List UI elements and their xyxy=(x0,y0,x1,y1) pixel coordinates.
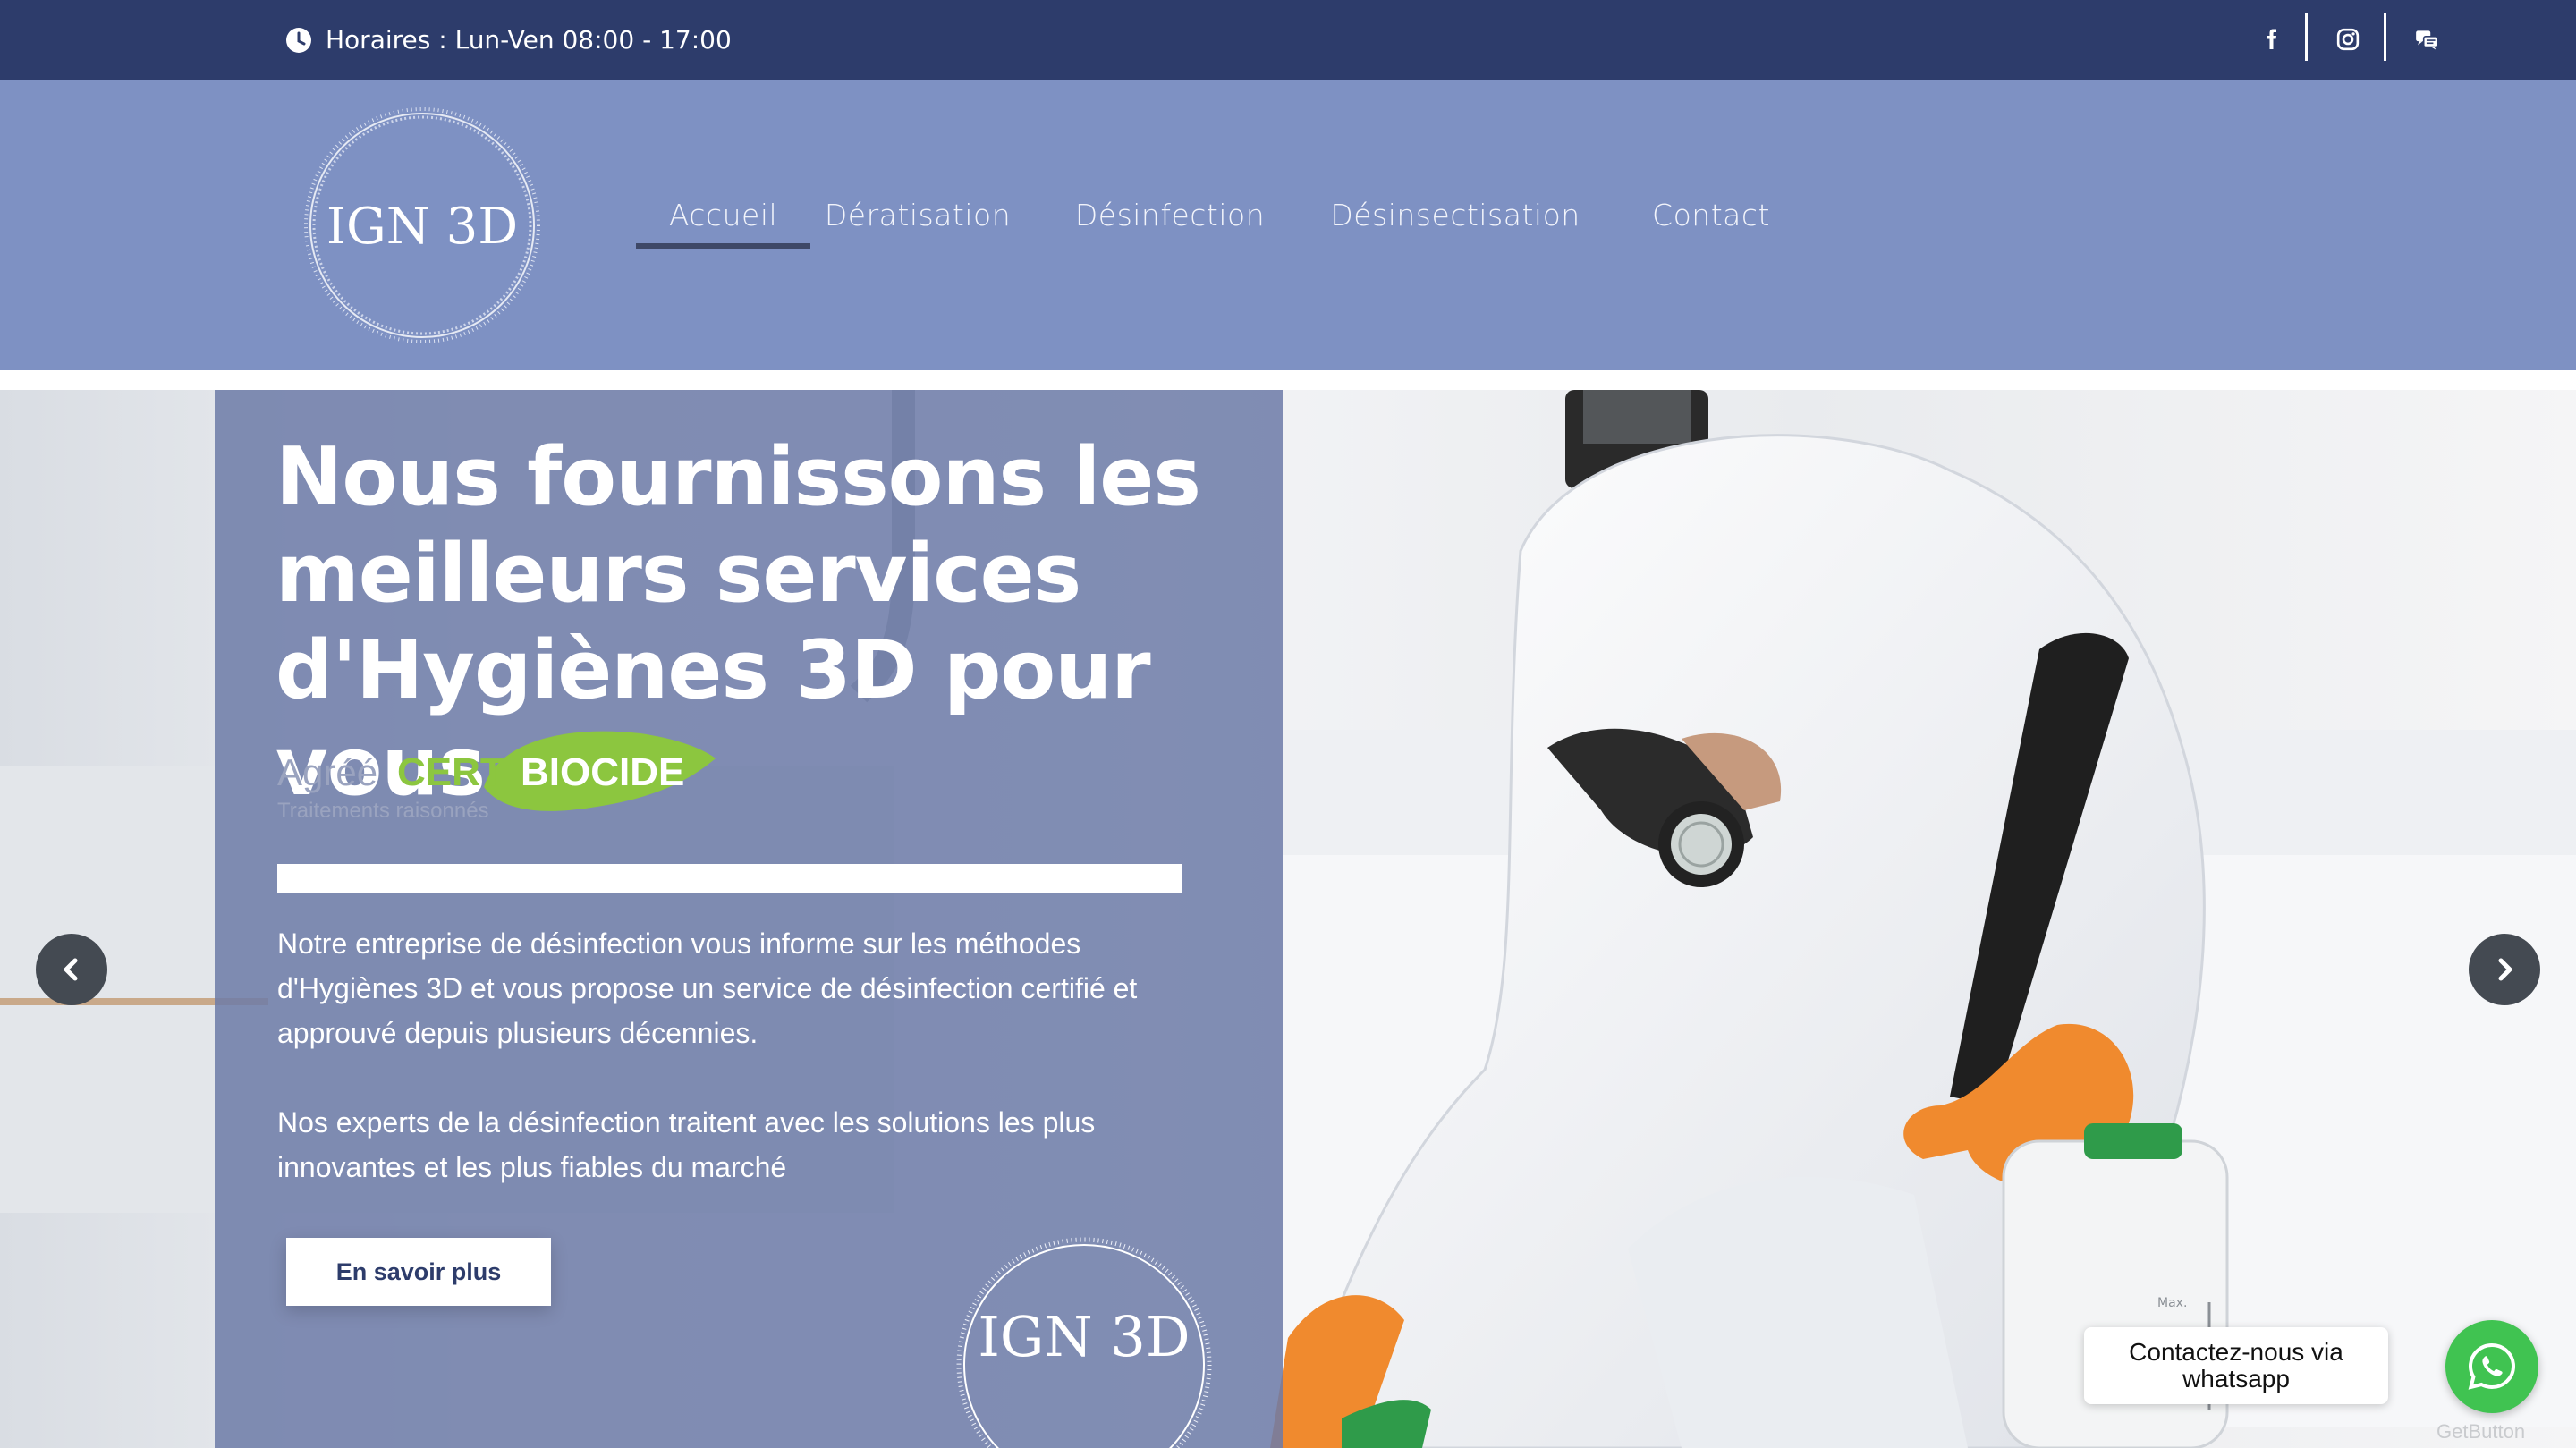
whatsapp-callout-line: whatsapp xyxy=(2182,1365,2290,1393)
clock-icon xyxy=(286,27,311,53)
nav-item-contact[interactable]: Contact xyxy=(1644,161,1778,268)
hero-paragraph-1: Notre entreprise de désinfection vous in… xyxy=(277,927,1138,1049)
nav-item-desinfection[interactable]: Désinfection xyxy=(1075,161,1265,268)
slider-prev-button[interactable] xyxy=(36,934,107,1005)
chevron-left-icon xyxy=(64,958,78,981)
chat-icon[interactable] xyxy=(2402,14,2453,64)
social-divider xyxy=(2305,13,2308,61)
slider-next-button[interactable] xyxy=(2469,934,2540,1005)
hero-headline-line: meilleurs services xyxy=(275,527,1081,621)
certibiocide-badge: Agréé CERTI BIOCIDE Traitements raisonné… xyxy=(274,726,739,825)
whatsapp-callout[interactable]: Contactez-nous via whatsapp xyxy=(2084,1327,2388,1404)
instagram-icon[interactable] xyxy=(2323,14,2373,64)
logo-text: IGN 3D xyxy=(326,198,518,256)
chevron-right-icon xyxy=(2498,958,2512,981)
certi-tagline: Traitements raisonnés xyxy=(277,799,489,823)
site-header: IGN 3D Accueil Dératisation Désinfection… xyxy=(0,80,2576,370)
certi-biocide: BIOCIDE xyxy=(521,750,684,794)
hero-divider xyxy=(277,864,1182,893)
facebook-icon[interactable] xyxy=(2247,14,2297,64)
hero-paragraph-2: Nos experts de la désinfection traitent … xyxy=(277,1106,1096,1183)
top-bar: Horaires : Lun-Ven 08:00 - 17:00 xyxy=(0,0,2576,80)
whatsapp-icon xyxy=(2468,1342,2516,1390)
social-divider xyxy=(2384,13,2386,61)
whatsapp-callout-line: Contactez-nous via xyxy=(2129,1338,2343,1366)
hero-slider: Max. Nous fournissons les meilleurs serv… xyxy=(0,390,2576,1448)
opening-hours: Horaires : Lun-Ven 08:00 - 17:00 xyxy=(284,0,732,80)
nav-item-deratisation[interactable]: Dératisation xyxy=(825,161,1011,268)
learn-more-button[interactable]: En savoir plus xyxy=(286,1238,551,1306)
hours-text: Horaires : Lun-Ven 08:00 - 17:00 xyxy=(326,25,732,55)
hero-logo-text: IGN 3D xyxy=(978,1304,1190,1369)
certi-agree: Agréé xyxy=(277,751,377,793)
site-logo[interactable]: IGN 3D xyxy=(302,106,542,345)
certi-certi: CERTI xyxy=(397,750,515,794)
hero-headline-line: Nous fournissons les xyxy=(275,430,1201,524)
svg-text:Max.: Max. xyxy=(2157,1296,2187,1310)
hero-logo-watermark: IGN 3D xyxy=(950,1231,1218,1448)
nav-item-accueil[interactable]: Accueil xyxy=(636,161,810,268)
getbutton-brand[interactable]: GetButton xyxy=(2436,1420,2525,1444)
nav-item-desinsectisation[interactable]: Désinsectisation xyxy=(1330,161,1580,268)
social-links xyxy=(2218,0,2576,80)
whatsapp-button[interactable] xyxy=(2445,1320,2538,1413)
